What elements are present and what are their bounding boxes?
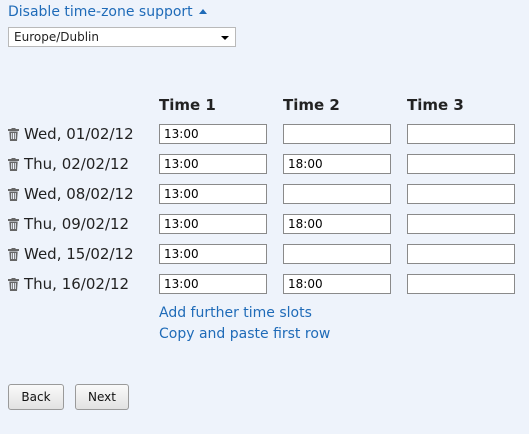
add-time-slots-link[interactable]: Add further time slots — [159, 305, 312, 321]
date-label: Wed, 08/02/12 — [24, 185, 134, 203]
date-cell: Thu, 02/02/12 — [8, 153, 129, 175]
next-button[interactable]: Next — [75, 384, 129, 410]
trash-icon[interactable] — [8, 247, 19, 261]
time-slot-input[interactable] — [283, 154, 391, 174]
trash-icon[interactable] — [8, 127, 19, 141]
time-slot-input[interactable] — [159, 154, 267, 174]
timezone-select[interactable]: Europe/Dublin — [8, 27, 236, 47]
time-slot-input[interactable] — [159, 244, 267, 264]
time-slot-input[interactable] — [407, 124, 515, 144]
date-row: Thu, 16/02/12 — [8, 273, 528, 295]
time-slot-input[interactable] — [407, 274, 515, 294]
trash-icon[interactable] — [8, 157, 19, 171]
date-label: Wed, 15/02/12 — [24, 245, 134, 263]
date-cell: Thu, 16/02/12 — [8, 273, 129, 295]
trash-icon[interactable] — [8, 187, 19, 201]
copy-first-row-link[interactable]: Copy and paste first row — [159, 326, 330, 342]
caret-up-icon[interactable] — [198, 8, 207, 14]
time-slot-input[interactable] — [407, 184, 515, 204]
time-slot-input[interactable] — [283, 184, 391, 204]
time-slot-input[interactable] — [283, 244, 391, 264]
date-label: Thu, 16/02/12 — [24, 275, 130, 293]
back-button[interactable]: Back — [8, 384, 64, 410]
column-header-time-3: Time 3 — [407, 96, 464, 114]
date-cell: Wed, 15/02/12 — [8, 243, 134, 265]
date-cell: Thu, 09/02/12 — [8, 213, 129, 235]
date-label: Thu, 09/02/12 — [24, 215, 130, 233]
date-row: Wed, 15/02/12 — [8, 243, 528, 265]
date-row: Thu, 09/02/12 — [8, 213, 528, 235]
date-label: Wed, 01/02/12 — [24, 125, 134, 143]
date-label: Thu, 02/02/12 — [24, 155, 130, 173]
chevron-down-icon[interactable] — [221, 36, 229, 40]
trash-icon[interactable] — [8, 217, 19, 231]
timezone-selected-value: Europe/Dublin — [14, 30, 99, 44]
column-header-time-2: Time 2 — [283, 96, 340, 114]
timezone-toggle-label[interactable]: Disable time-zone support — [8, 4, 193, 20]
date-row: Wed, 08/02/12 — [8, 183, 528, 205]
date-cell: Wed, 08/02/12 — [8, 183, 134, 205]
date-row: Wed, 01/02/12 — [8, 123, 528, 145]
time-slot-input[interactable] — [159, 124, 267, 144]
timezone-toggle-link[interactable]: Disable time-zone support — [8, 4, 207, 20]
time-slot-input[interactable] — [159, 214, 267, 234]
time-slot-input[interactable] — [283, 274, 391, 294]
date-cell: Wed, 01/02/12 — [8, 123, 134, 145]
trash-icon[interactable] — [8, 277, 19, 291]
time-slot-input[interactable] — [283, 124, 391, 144]
time-slot-input[interactable] — [407, 244, 515, 264]
date-row: Thu, 02/02/12 — [8, 153, 528, 175]
time-slot-input[interactable] — [283, 214, 391, 234]
time-slot-input[interactable] — [159, 274, 267, 294]
time-slot-input[interactable] — [407, 214, 515, 234]
time-slot-input[interactable] — [159, 184, 267, 204]
column-header-time-1: Time 1 — [159, 96, 216, 114]
time-slot-input[interactable] — [407, 154, 515, 174]
